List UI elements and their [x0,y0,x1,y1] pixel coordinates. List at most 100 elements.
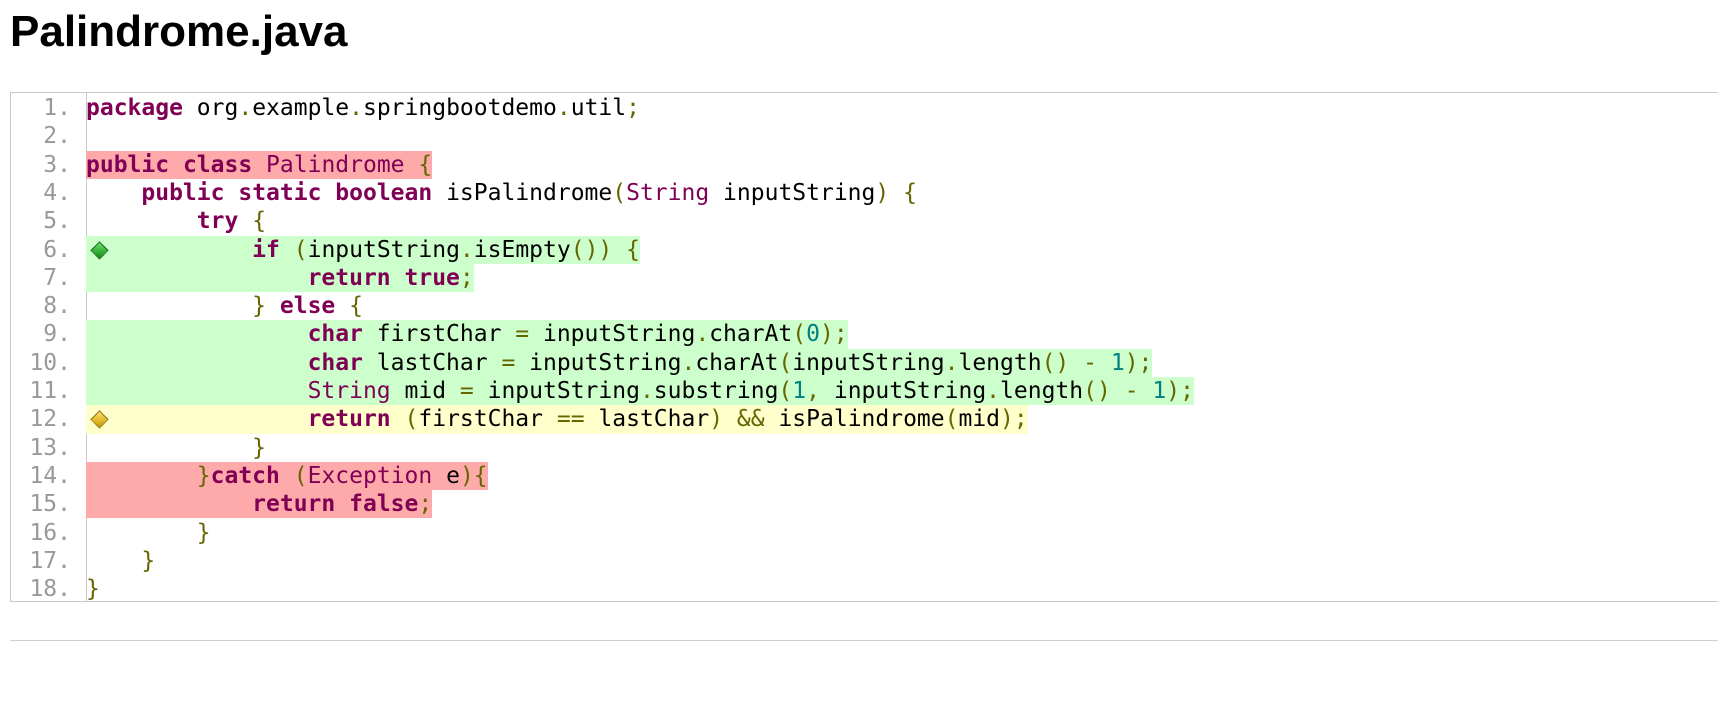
source-text: char firstChar = inputString.charAt(0); [86,320,848,349]
code-token: ) [875,179,890,206]
code-token: - [1083,349,1097,376]
code-token: inputString [307,236,460,263]
code-token: String [626,179,710,206]
code-token: length [958,349,1042,376]
code-line: 14. }catch (Exception e){ [11,461,1718,491]
line-number: 2. [43,123,71,150]
code-line: 12. return (firstChar == lastChar) && is… [11,405,1718,434]
code-token: { [473,462,488,489]
code-token: . [459,236,474,263]
code-token: Exception [307,462,433,489]
code-token: } [252,293,267,320]
coverage-highlight-partly-covered: return (firstChar == lastChar) && isPali… [86,405,1028,434]
code-token: - [1124,378,1139,404]
code-token: ( [293,236,308,263]
source-text: } [86,575,100,603]
code-token: { [418,151,433,178]
code-token: ) [459,462,474,489]
code-line: 11. String mid = inputString.substring(1… [11,377,1718,406]
code-token: . [986,378,1001,404]
code-token: ); [1124,349,1153,376]
code-token: substring [653,378,779,404]
code-token: . [238,95,253,121]
code-token: catch [210,462,280,489]
code-token: . [639,378,654,404]
code-token: mid [958,406,1001,433]
code-token: = [515,321,530,348]
code-line: 18.} [11,575,1718,603]
code-token: 1 [1110,349,1125,376]
code-token: ); [819,321,848,348]
source-text: char lastChar = inputString.charAt(input… [86,348,1153,377]
code-line: 1. package org.example.springbootdemo.uti… [11,94,1718,122]
code-line: 13. } [11,434,1718,462]
line-number: 9. [43,321,71,348]
coverage-highlight-not-covered: }catch (Exception e){ [86,461,488,491]
code-line: 9. char firstChar = inputString.charAt(0… [11,320,1718,349]
code-line: 5. try { [11,207,1718,235]
code-token: ); [1000,406,1028,433]
source-text: return true; [86,263,474,293]
code-token: . [349,95,363,121]
code-token: } [196,462,211,489]
code-token: package [86,95,183,121]
line-number: 14. [29,462,71,489]
code-token: return [252,491,336,518]
code-token: ( [944,406,959,433]
code-token: = [501,349,516,376]
line-number: 6. [43,236,71,263]
code-token: . [944,349,959,376]
line-number: 10. [29,349,71,376]
source-text: return (firstChar == lastChar) && isPali… [86,405,1028,434]
line-number: 13. [29,434,71,461]
code-token: , [806,378,820,404]
line-number: 1. [43,95,71,121]
page-title: Palindrome.java [10,7,348,56]
code-token: isEmpty [473,236,571,263]
code-token: () [1083,378,1111,404]
code-line: 3. public class Palindrome { [11,150,1718,179]
code-token: 1 [1152,378,1167,404]
code-token: util [570,95,627,121]
code-token: return [307,406,391,433]
code-token: true [404,264,460,291]
code-token: ( [404,406,419,433]
line-number: 4. [43,179,71,206]
code-token: () [1041,349,1070,376]
code-line: 4. public static boolean isPalindrome(St… [11,179,1718,207]
code-token: { [349,293,363,320]
code-token: = [459,378,474,404]
code-token: springbootdemo [362,95,557,121]
line-number: 16. [29,519,71,546]
line-number: 11. [29,378,71,404]
code-token: inputString [529,321,696,348]
code-token: ( [778,349,793,376]
coverage-highlight-covered: char lastChar = inputString.charAt(input… [86,348,1153,377]
coverage-highlight-not-covered: return false; [86,490,433,519]
code-token: try [196,208,239,235]
code-token: String [307,378,391,404]
source-text: public class Palindrome { [86,150,433,179]
source-text: String mid = inputString.substring(1, in… [86,377,1194,406]
code-token: ; [626,95,640,121]
code-token: length [1000,378,1084,404]
code-token: } [86,576,100,603]
code-line: 7. return true; [11,263,1718,293]
